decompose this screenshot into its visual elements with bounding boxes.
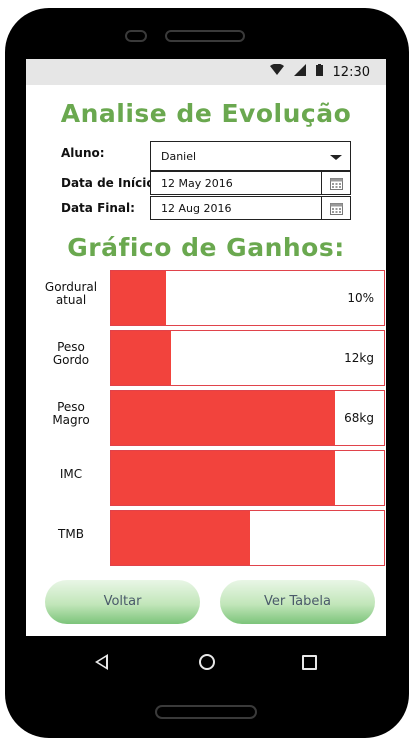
inicio-date-field[interactable]: 12 May 2016 [150, 171, 351, 195]
calendar-icon[interactable] [322, 172, 350, 194]
signal-icon [293, 64, 306, 80]
home-icon[interactable] [199, 654, 215, 670]
inicio-value: 12 May 2016 [161, 177, 233, 190]
screen: 12:30 Analise de Evolução Aluno: Daniel … [26, 59, 386, 636]
chart-heading: Gráfico de Ganhos: [67, 233, 345, 262]
recent-apps-icon[interactable] [302, 655, 317, 670]
final-value: 12 Aug 2016 [161, 202, 232, 215]
battery-icon [315, 64, 323, 80]
aluno-value: Daniel [161, 150, 197, 163]
bar [111, 451, 335, 505]
bottom-slot [155, 705, 257, 719]
speaker-slot [165, 30, 245, 42]
bar-track [110, 510, 385, 566]
bar-track: 68kg [110, 390, 385, 446]
bar [111, 511, 250, 565]
bar-value-label: 68kg [344, 411, 374, 425]
final-date-field[interactable]: 12 Aug 2016 [150, 196, 351, 220]
bar-track: 12kg [110, 330, 385, 386]
status-time: 12:30 [332, 64, 370, 80]
aluno-select[interactable]: Daniel [150, 141, 351, 171]
bar [111, 271, 166, 325]
bar-label: IMC [59, 467, 83, 481]
bar [111, 331, 171, 385]
phone-frame: 12:30 Analise de Evolução Aluno: Daniel … [5, 8, 409, 738]
status-bar: 12:30 [26, 59, 386, 85]
camera-slot [125, 30, 147, 42]
voltar-button[interactable]: Voltar [45, 580, 200, 624]
bar-value-label: 12kg [344, 351, 374, 365]
inicio-label: Data de Início: [61, 176, 160, 190]
bar-value-label: 10% [347, 291, 374, 305]
bar-track: 10% [110, 270, 385, 326]
aluno-label: Aluno: [61, 146, 105, 160]
chevron-down-icon [330, 155, 342, 160]
wifi-icon [269, 63, 284, 80]
final-label: Data Final: [61, 201, 135, 215]
ver-tabela-button[interactable]: Ver Tabela [220, 580, 375, 624]
calendar-icon[interactable] [322, 197, 350, 219]
bar-track [110, 450, 385, 506]
bar-label: TMB [58, 527, 84, 541]
bar-label: Peso Gordo [52, 340, 90, 367]
bar [111, 391, 335, 445]
bar-label: Gordural atual [44, 280, 98, 307]
back-icon[interactable] [95, 654, 108, 670]
bar-label: Peso Magro [52, 400, 90, 427]
page-title: Analise de Evolução [60, 99, 352, 128]
android-nav-bar [5, 636, 409, 688]
